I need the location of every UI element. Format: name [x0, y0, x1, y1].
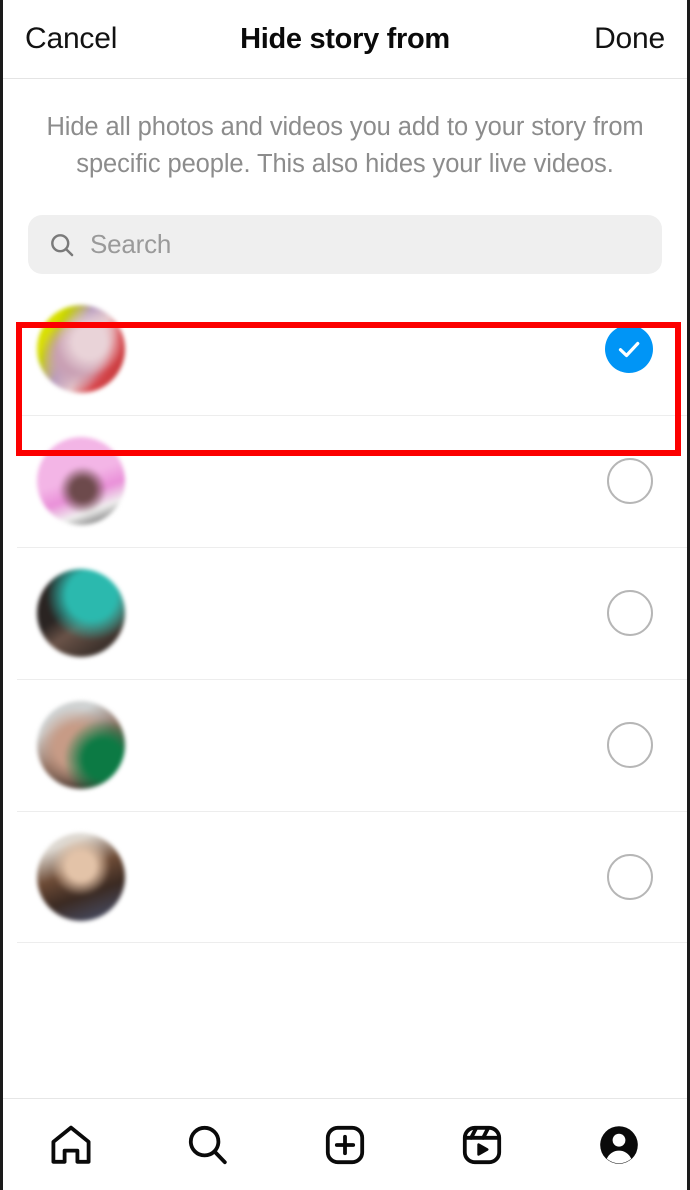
- circle-outline-icon[interactable]: [607, 722, 653, 768]
- reels-icon: [458, 1121, 506, 1169]
- selector[interactable]: [605, 325, 653, 373]
- selector[interactable]: [607, 854, 653, 900]
- selector[interactable]: [607, 590, 653, 636]
- instagram-hide-story-screen: Cancel Hide story from Done Hide all pho…: [0, 0, 690, 1190]
- user-row-5[interactable]: [3, 811, 687, 943]
- avatar: [37, 305, 125, 393]
- circle-outline-icon[interactable]: [607, 590, 653, 636]
- plus-square-icon: [321, 1121, 369, 1169]
- navigation-bar: Cancel Hide story from Done: [3, 0, 687, 79]
- user-info: [125, 609, 607, 617]
- user-row-4[interactable]: [3, 679, 687, 811]
- circle-outline-icon[interactable]: [607, 458, 653, 504]
- user-row-2[interactable]: [3, 415, 687, 547]
- search-icon: [48, 231, 76, 259]
- tab-reels[interactable]: [436, 1110, 528, 1180]
- home-icon: [47, 1121, 95, 1169]
- tab-home[interactable]: [25, 1110, 117, 1180]
- search-field[interactable]: [28, 215, 662, 274]
- tab-search[interactable]: [162, 1110, 254, 1180]
- user-row-1[interactable]: [3, 283, 687, 415]
- avatar: [37, 701, 125, 789]
- search-icon: [184, 1121, 232, 1169]
- check-circle-filled-icon[interactable]: [605, 325, 653, 373]
- circle-outline-icon[interactable]: [607, 854, 653, 900]
- cancel-button[interactable]: Cancel: [25, 22, 117, 56]
- tab-create[interactable]: [299, 1110, 391, 1180]
- user-list: [3, 283, 687, 943]
- user-info: [125, 477, 607, 485]
- user-info: [125, 741, 607, 749]
- profile-avatar-icon: [595, 1121, 643, 1169]
- avatar: [37, 569, 125, 657]
- avatar: [37, 437, 125, 525]
- done-button[interactable]: Done: [594, 22, 665, 56]
- search-input[interactable]: [90, 229, 642, 260]
- user-info: [125, 345, 605, 353]
- user-info: [125, 873, 607, 881]
- search-section: [3, 183, 687, 274]
- tab-profile[interactable]: [573, 1110, 665, 1180]
- description-text: Hide all photos and videos you add to yo…: [46, 113, 644, 178]
- selector[interactable]: [607, 458, 653, 504]
- user-row-3[interactable]: [3, 547, 687, 679]
- avatar: [37, 833, 125, 921]
- bottom-tab-bar: [3, 1098, 687, 1190]
- selector[interactable]: [607, 722, 653, 768]
